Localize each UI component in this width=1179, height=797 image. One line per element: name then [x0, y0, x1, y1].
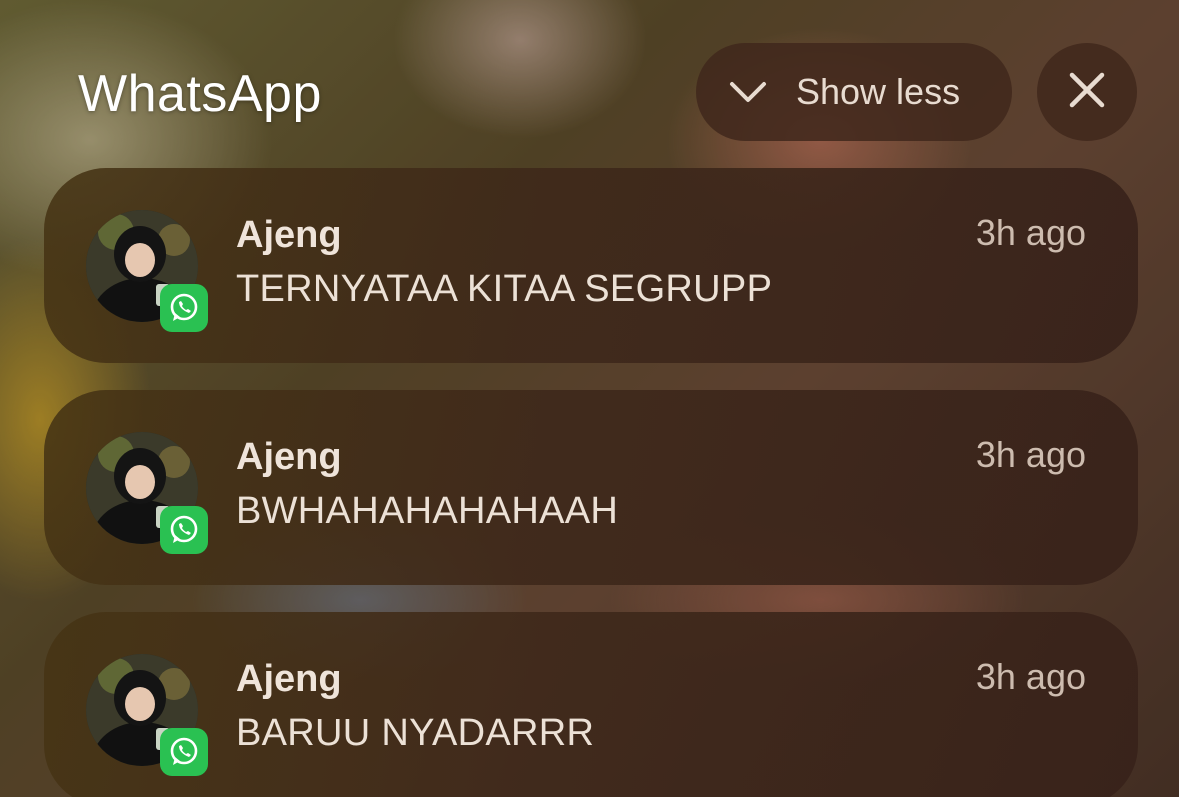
- chevron-down-icon: [726, 70, 770, 114]
- notification-message: BWHAHAHAHAHAAH: [236, 490, 619, 532]
- notification-card[interactable]: Ajeng BARUU NYADARRR 3h ago: [44, 612, 1138, 797]
- notification-time: 3h ago: [975, 656, 1086, 697]
- show-less-button[interactable]: Show less: [696, 43, 1012, 141]
- notification-message: BARUU NYADARRR: [236, 712, 595, 754]
- show-less-label: Show less: [796, 71, 961, 112]
- whatsapp-icon: [160, 506, 208, 554]
- notification-card[interactable]: Ajeng BWHAHAHAHAHAAH 3h ago: [44, 390, 1138, 585]
- contact-avatar: [86, 654, 210, 778]
- contact-avatar: [86, 432, 210, 556]
- notification-time: 3h ago: [975, 434, 1086, 475]
- notification-sender: Ajeng: [236, 214, 342, 256]
- whatsapp-icon: [160, 728, 208, 776]
- notification-sender: Ajeng: [236, 436, 342, 478]
- app-group-title: WhatsApp: [78, 65, 322, 123]
- notification-time: 3h ago: [975, 212, 1086, 253]
- notification-card[interactable]: Ajeng TERNYATAA KITAA SEGRUPP 3h ago: [44, 168, 1138, 363]
- contact-avatar: [86, 210, 210, 334]
- notification-message: TERNYATAA KITAA SEGRUPP: [236, 268, 773, 310]
- close-icon: [1068, 71, 1106, 114]
- whatsapp-icon: [160, 284, 208, 332]
- close-button[interactable]: [1037, 43, 1137, 141]
- notification-sender: Ajeng: [236, 658, 342, 700]
